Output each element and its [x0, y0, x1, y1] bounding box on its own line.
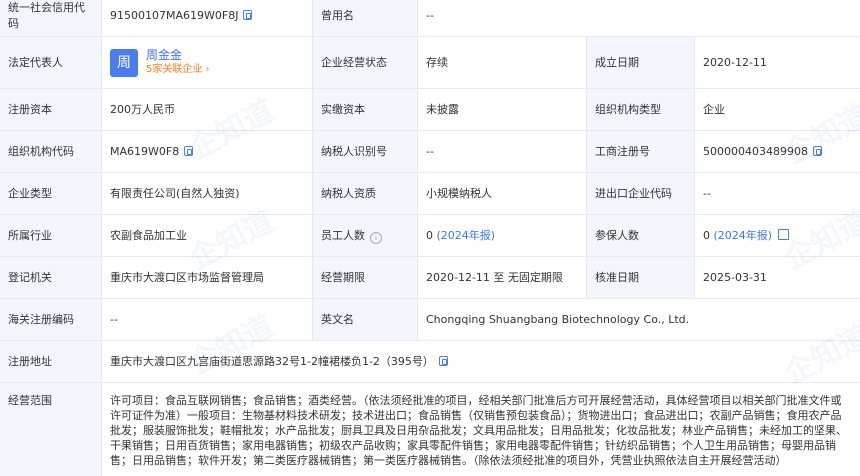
- org-type-value: 企业: [693, 88, 860, 131]
- credit-code-value: 91500107MA619W0F8J: [110, 8, 239, 22]
- biz-scope-label: 经营范围: [0, 382, 102, 476]
- copy-icon[interactable]: [438, 355, 448, 366]
- import-export-value: --: [693, 172, 860, 215]
- english-name-value: Chongqing Shuangbang Biotechnology Co., …: [416, 298, 860, 341]
- legal-rep-cell: 周 周金金 5家关联企业 ›: [101, 36, 313, 89]
- english-name-label: 英文名: [312, 298, 418, 341]
- biz-status-value: 存续: [417, 36, 587, 89]
- org-code-label: 组织机构代码: [0, 130, 102, 173]
- table-row: 组织机构代码 MA619W0F8 纳税人识别号 -- 工商注册号 5000004…: [0, 130, 860, 173]
- insured-annual-report-link[interactable]: (2024年报): [714, 229, 773, 242]
- avatar[interactable]: 周: [110, 48, 138, 77]
- legal-rep-name-link[interactable]: 周金金: [146, 48, 210, 63]
- table-row: 注册资本 200万人民币 实缴资本 未披露 组织机构类型 企业: [0, 88, 860, 131]
- credit-code-cell: 91500107MA619W0F8J: [101, 0, 313, 37]
- related-companies-link[interactable]: 5家关联企业 ›: [146, 63, 210, 77]
- info-icon[interactable]: i: [370, 231, 382, 244]
- reg-address-cell: 重庆市大渡口区九宫庙街道思源路32号1-2幢裙楼负1-2（395号）: [100, 340, 860, 383]
- staff-value: 0: [426, 228, 433, 242]
- reg-authority-value: 重庆市大渡口区市场监督管理局: [101, 256, 313, 299]
- taxpayer-qual-value: 小规模纳税人: [417, 172, 587, 215]
- insured-value: 0: [703, 228, 710, 242]
- biz-term-value: 2020-12-11 至 无固定期限: [417, 256, 587, 299]
- table-row: 登记机关 重庆市大渡口区市场监督管理局 经营期限 2020-12-11 至 无固…: [0, 256, 860, 299]
- former-name-label: 曾用名: [312, 0, 418, 37]
- copy-icon[interactable]: [243, 9, 253, 20]
- staff-label: 员工人数: [321, 228, 365, 242]
- company-info-panel: 统一社会信用代码 91500107MA619W0F8J 曾用名 -- 法定代表人…: [0, 0, 860, 476]
- reg-capital-label: 注册资本: [0, 88, 102, 131]
- legal-rep-label: 法定代表人: [0, 36, 102, 89]
- paid-capital-label: 实缴资本: [312, 88, 418, 131]
- org-code-cell: MA619W0F8: [101, 130, 313, 173]
- approval-date-label: 核准日期: [586, 256, 695, 299]
- industry-label: 所属行业: [0, 214, 102, 257]
- copy-icon[interactable]: [184, 145, 194, 156]
- staff-cell: 0 (2024年报): [417, 214, 587, 257]
- company-info-table: 统一社会信用代码 91500107MA619W0F8J 曾用名 -- 法定代表人…: [0, 0, 860, 476]
- biz-reg-no-label: 工商注册号: [586, 130, 695, 173]
- taxpayer-id-value: --: [417, 130, 587, 173]
- table-row: 企业类型 有限责任公司(自然人独资) 纳税人资质 小规模纳税人 进出口企业代码 …: [0, 172, 860, 215]
- biz-term-label: 经营期限: [312, 256, 418, 299]
- company-type-value: 有限责任公司(自然人独资): [101, 172, 313, 215]
- import-export-label: 进出口企业代码: [586, 172, 695, 215]
- org-type-label: 组织机构类型: [586, 88, 695, 131]
- reg-capital-value: 200万人民币: [101, 88, 313, 131]
- taxpayer-qual-label: 纳税人资质: [312, 172, 418, 215]
- reg-address-label: 注册地址: [0, 340, 102, 383]
- biz-scope-value: 许可项目：食品互联网销售；食品销售；酒类经营。（依法须经批准的项目，经相关部门批…: [100, 382, 860, 476]
- reg-address-value: 重庆市大渡口区九宫庙街道思源路32号1-2幢裙楼负1-2（395号）: [110, 354, 434, 368]
- biz-status-label: 企业经营状态: [312, 36, 418, 89]
- approval-date-value: 2025-03-31: [693, 256, 860, 299]
- customs-code-label: 海关注册编码: [0, 298, 102, 341]
- table-row: 海关注册编码 -- 英文名 Chongqing Shuangbang Biote…: [0, 298, 860, 341]
- staff-label-cell: 员工人数 i: [312, 214, 418, 257]
- credit-code-label: 统一社会信用代码: [0, 0, 102, 37]
- industry-value: 农副食品加工业: [101, 214, 313, 257]
- reg-authority-label: 登记机关: [0, 256, 102, 299]
- est-date-value: 2020-12-11: [693, 36, 860, 89]
- copy-icon[interactable]: [812, 145, 822, 156]
- company-type-label: 企业类型: [0, 172, 102, 215]
- biz-reg-no-value: 500000403489908: [703, 144, 808, 158]
- table-row: 经营范围 许可项目：食品互联网销售；食品销售；酒类经营。（依法须经批准的项目，经…: [0, 382, 860, 476]
- table-row: 注册地址 重庆市大渡口区九宫庙街道思源路32号1-2幢裙楼负1-2（395号）: [0, 340, 860, 383]
- biz-reg-no-cell: 500000403489908: [693, 130, 860, 173]
- est-date-label: 成立日期: [586, 36, 695, 89]
- insured-cell: 0 (2024年报): [693, 214, 860, 257]
- former-name-value: --: [416, 0, 860, 37]
- customs-code-value: --: [101, 298, 313, 341]
- org-code-value: MA619W0F8: [110, 144, 180, 158]
- taxpayer-id-label: 纳税人识别号: [312, 130, 418, 173]
- insured-label: 参保人数: [586, 214, 695, 257]
- table-row: 所属行业 农副食品加工业 员工人数 i 0 (2024年报) 参保人数 0 (20…: [0, 214, 860, 257]
- staff-annual-report-link[interactable]: (2024年报): [437, 229, 496, 242]
- table-row: 统一社会信用代码 91500107MA619W0F8J 曾用名 --: [0, 0, 860, 37]
- trend-chart-icon[interactable]: [778, 228, 790, 240]
- table-row: 法定代表人 周 周金金 5家关联企业 › 企业经营状态 存续 成立日期 2020…: [0, 36, 860, 89]
- paid-capital-value: 未披露: [417, 88, 587, 131]
